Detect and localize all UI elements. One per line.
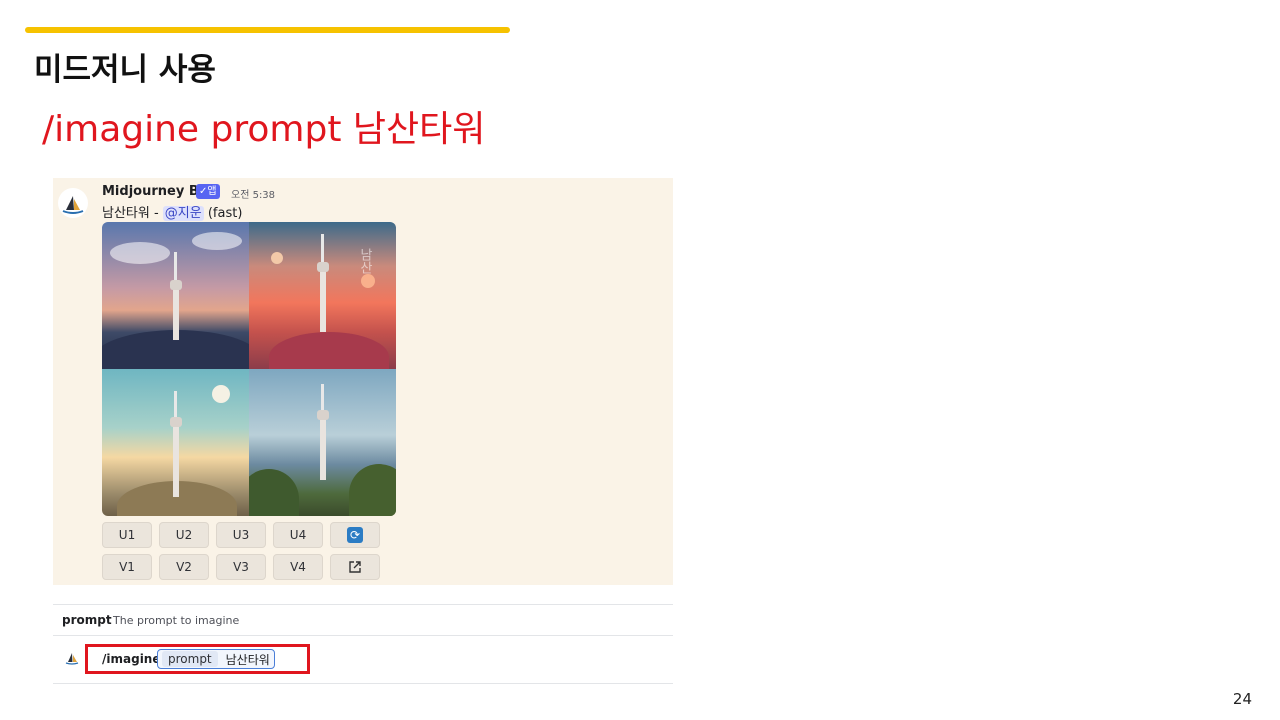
divider <box>53 635 673 636</box>
image-overlay-text: 남산 <box>357 248 372 274</box>
image-cell-2[interactable]: 남산 <box>249 222 396 369</box>
param-value[interactable]: 남산타워 <box>226 651 270 668</box>
upscale-button-4[interactable]: U4 <box>273 522 323 548</box>
variation-button-4[interactable]: V4 <box>273 554 323 580</box>
option-description: The prompt to imagine <box>113 614 240 627</box>
slide-title: 미드저니 사용 <box>34 52 216 88</box>
external-link-icon <box>349 561 361 573</box>
moon <box>271 252 283 264</box>
message-prompt: 남산타워 - <box>102 206 163 221</box>
sailboat-icon <box>64 650 80 670</box>
tower-illustration <box>169 391 182 497</box>
divider <box>53 604 673 605</box>
cloud <box>110 242 170 264</box>
slide-subtitle: /imagine prompt 남산타워 <box>42 109 486 150</box>
user-mention[interactable]: @지운 <box>162 206 204 221</box>
variation-button-3[interactable]: V3 <box>216 554 266 580</box>
refresh-icon: ⟳ <box>347 527 363 543</box>
variation-button-2[interactable]: V2 <box>159 554 209 580</box>
image-grid[interactable]: 남산 <box>102 222 396 516</box>
option-name: prompt <box>62 613 112 627</box>
tower-illustration <box>316 384 329 480</box>
app-badge: ✓앱 <box>196 184 220 199</box>
moon <box>212 385 230 403</box>
upscale-button-3[interactable]: U3 <box>216 522 266 548</box>
variation-button-row: V1 V2 V3 V4 <box>102 554 380 580</box>
variation-button-1[interactable]: V1 <box>102 554 152 580</box>
upscale-button-2[interactable]: U2 <box>159 522 209 548</box>
cloud <box>192 232 242 250</box>
bot-avatar[interactable] <box>58 188 88 218</box>
param-name: prompt <box>162 651 218 667</box>
message-text: 남산타워 - @지운 (fast) <box>102 202 242 221</box>
page-number: 24 <box>1232 690 1252 708</box>
upscale-button-1[interactable]: U1 <box>102 522 152 548</box>
accent-bar <box>25 27 510 33</box>
message-area: Midjourney Bot ✓앱 오전 5:38 남산타워 - @지운 (fa… <box>53 178 673 585</box>
image-cell-4[interactable] <box>249 369 396 516</box>
tree <box>349 464 396 516</box>
discord-screenshot: Midjourney Bot ✓앱 오전 5:38 남산타워 - @지운 (fa… <box>53 178 673 688</box>
prompt-input[interactable]: prompt 남산타워 <box>157 649 275 669</box>
upscale-button-row: U1 U2 U3 U4 ⟳ <box>102 522 380 548</box>
open-button[interactable] <box>330 554 380 580</box>
moon <box>361 274 375 288</box>
image-cell-1[interactable] <box>102 222 249 369</box>
tower-illustration <box>169 252 182 340</box>
message-timestamp: 오전 5:38 <box>231 190 276 201</box>
divider <box>53 683 673 684</box>
command-name[interactable]: /imagine <box>102 652 160 666</box>
tree <box>249 469 299 516</box>
hill <box>269 332 389 369</box>
image-cell-3[interactable] <box>102 369 249 516</box>
message-mode: (fast) <box>203 206 243 221</box>
reroll-button[interactable]: ⟳ <box>330 522 380 548</box>
tower-illustration <box>316 234 329 332</box>
